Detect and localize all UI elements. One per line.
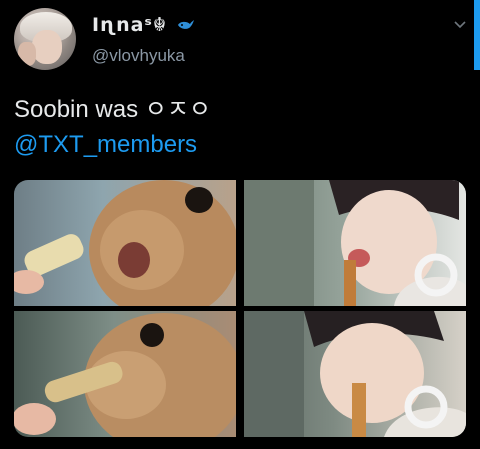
media-grid [14, 180, 466, 437]
chevron-down-icon[interactable] [452, 16, 468, 32]
user-handle[interactable]: @vlovhyuka [92, 46, 185, 66]
avatar[interactable] [14, 8, 76, 70]
media-tile-rabbit-1[interactable] [14, 180, 236, 306]
rabbit-image-1 [14, 180, 236, 306]
scrollbar-accent [474, 0, 480, 70]
media-tile-rabbit-2[interactable] [14, 311, 236, 437]
tweet-text: Soobin was ㅇㅈㅇ @TXT_members [14, 92, 464, 162]
media-tile-person-2[interactable] [244, 311, 466, 437]
avatar-hand [18, 42, 36, 66]
media-tile-person-1[interactable] [244, 180, 466, 306]
tweet-card: Iɳnaˢ☬ @vlovhyuka Soobin was ㅇㅈㅇ @TXT_me… [0, 0, 480, 449]
tweet-text-line: Soobin was ㅇㅈㅇ [14, 96, 211, 123]
avatar-face [32, 30, 62, 64]
person-image-2 [244, 311, 466, 437]
rabbit-image-2 [14, 313, 236, 437]
person-image-1 [244, 180, 466, 306]
mention-link[interactable]: @TXT_members [14, 127, 464, 162]
whale-icon [177, 20, 194, 29]
display-name-text: Iɳnaˢ☬ [92, 14, 168, 36]
display-name[interactable]: Iɳnaˢ☬ [92, 14, 195, 36]
